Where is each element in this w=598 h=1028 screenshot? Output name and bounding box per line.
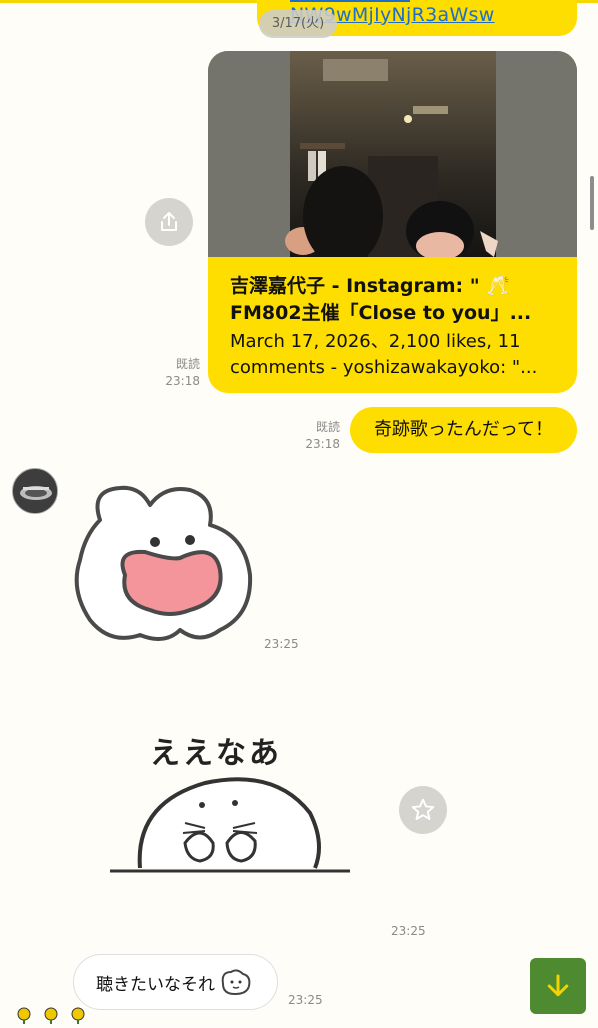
- share-button[interactable]: [145, 198, 193, 246]
- flower-decoration: [14, 1006, 94, 1024]
- link-card-meta: 既読 23:18: [150, 356, 200, 390]
- their-message-bubble[interactable]: 聴きたいなそれ: [73, 954, 278, 1010]
- my-message-bubble[interactable]: 奇跡歌ったんだって！: [350, 407, 577, 453]
- scrollbar[interactable]: [590, 176, 594, 230]
- arrow-down-icon: [547, 974, 569, 997]
- date-separator: 3/17(火): [259, 10, 337, 38]
- link-card-title-line1: 吉澤嘉代子 - Instagram: " 🥂: [230, 275, 510, 297]
- sticker2-timestamp: 23:25: [391, 924, 426, 938]
- link-preview-card[interactable]: 吉澤嘉代子 - Instagram: " 🥂 FM802主催「Close to …: [208, 51, 577, 393]
- link-preview-image: [208, 51, 577, 266]
- sticker1-timestamp: 23:25: [264, 637, 299, 651]
- seal-sticker[interactable]: ええなあ: [105, 728, 355, 888]
- previous-url-line: [290, 0, 410, 2]
- star-icon: [411, 798, 435, 820]
- link-card-desc-line2: comments - yoshizawakayoko: "...: [230, 357, 538, 378]
- bunny-sticker[interactable]: [70, 480, 260, 655]
- link-card-title-line2: FM802主催「Close to you」...: [230, 302, 532, 324]
- timestamp: 23:18: [165, 374, 200, 388]
- timestamp: 23:18: [305, 437, 340, 451]
- sticker-caption: ええなあ: [150, 736, 282, 771]
- read-label: 既読: [175, 357, 200, 371]
- my-message-meta: 既読 23:18: [290, 419, 340, 453]
- read-label: 既読: [315, 420, 340, 434]
- share-icon: [161, 212, 177, 231]
- their-message-text: 聴きたいなそれ: [96, 974, 215, 995]
- scroll-to-bottom-button[interactable]: [530, 958, 586, 1014]
- their-message-timestamp: 23:25: [288, 993, 323, 1007]
- link-card-desc-line1: March 17, 2026、2,100 likes, 11: [230, 331, 521, 352]
- avatar[interactable]: [12, 468, 58, 514]
- emoji-icon: [221, 969, 251, 996]
- favorite-button[interactable]: [399, 786, 447, 834]
